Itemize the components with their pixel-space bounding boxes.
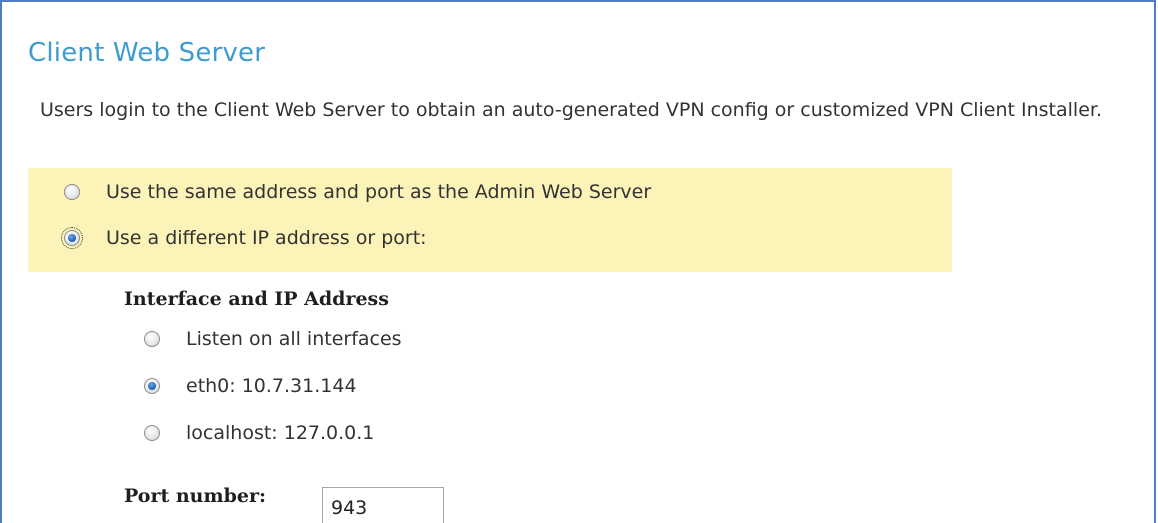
- radio-option-same-address[interactable]: Use the same address and port as the Adm…: [64, 181, 651, 203]
- section-description: Users login to the Client Web Server to …: [40, 99, 1102, 121]
- radio-localhost[interactable]: [144, 425, 160, 441]
- radio-option-eth0[interactable]: eth0: 10.7.31.144: [144, 375, 357, 397]
- radio-label-eth0: eth0: 10.7.31.144: [186, 375, 357, 397]
- radio-option-localhost[interactable]: localhost: 127.0.0.1: [144, 422, 374, 444]
- radio-label-all-interfaces: Listen on all interfaces: [186, 328, 402, 350]
- section-title: Client Web Server: [28, 38, 266, 68]
- radio-label-different-address: Use a different IP address or port:: [106, 227, 427, 249]
- port-number-input[interactable]: [322, 487, 444, 523]
- radio-label-localhost: localhost: 127.0.0.1: [186, 422, 375, 444]
- radio-option-all-interfaces[interactable]: Listen on all interfaces: [144, 328, 402, 350]
- radio-different-address[interactable]: [61, 227, 83, 249]
- radio-all-interfaces[interactable]: [144, 331, 160, 347]
- radio-eth0[interactable]: [144, 378, 160, 394]
- radio-option-different-address[interactable]: Use a different IP address or port:: [61, 227, 427, 249]
- radio-same-address[interactable]: [64, 184, 80, 200]
- radio-label-same-address: Use the same address and port as the Adm…: [106, 181, 652, 203]
- port-number-label: Port number:: [124, 485, 266, 507]
- interface-heading: Interface and IP Address: [124, 288, 389, 310]
